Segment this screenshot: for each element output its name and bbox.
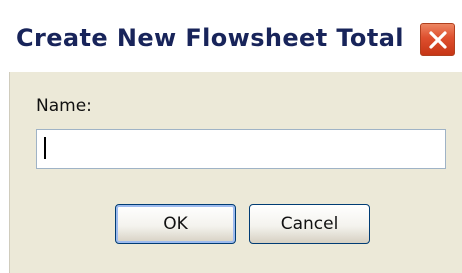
- dialog-window: Create New Flowsheet Total Name: OK Canc…: [0, 0, 462, 273]
- dialog-title: Create New Flowsheet Total: [16, 24, 404, 52]
- cancel-button[interactable]: Cancel: [249, 204, 370, 244]
- name-label: Name:: [36, 96, 92, 116]
- text-caret: [44, 137, 46, 159]
- name-input[interactable]: [36, 129, 446, 169]
- close-icon: [429, 31, 447, 49]
- ok-button[interactable]: OK: [115, 204, 236, 244]
- close-button[interactable]: [419, 22, 456, 57]
